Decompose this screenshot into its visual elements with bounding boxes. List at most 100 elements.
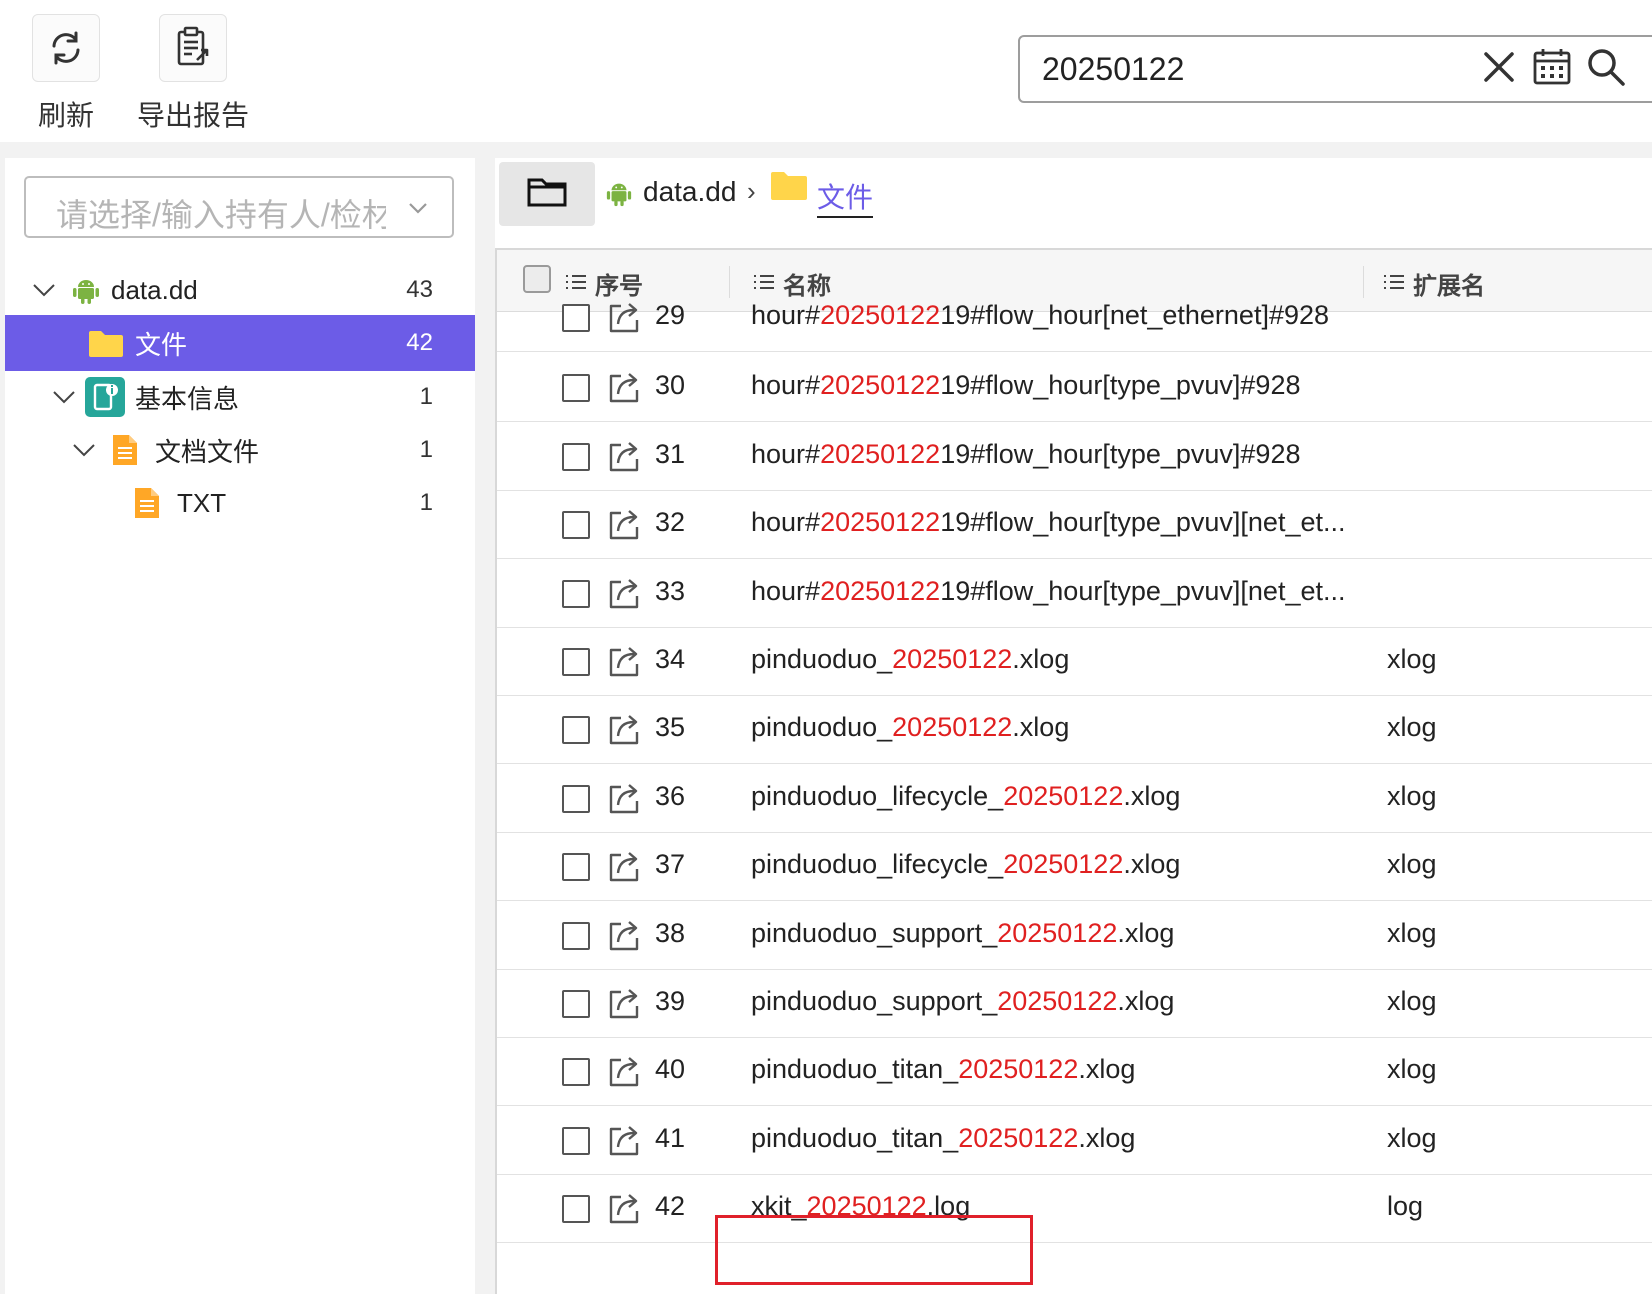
row-checkbox[interactable] — [562, 579, 590, 608]
breadcrumb-current[interactable]: 文件 — [817, 176, 874, 218]
clear-icon[interactable] — [1480, 48, 1518, 86]
row-file-name: pinduoduo_titan_20250122.xlog — [751, 1122, 1136, 1153]
table-row[interactable]: 31 hour#2025012219#flow_hour[type_pvuv]#9… — [497, 423, 1652, 491]
row-extension: xlog — [1387, 849, 1437, 880]
splitter[interactable] — [475, 158, 495, 1294]
search-match-highlight: 20250122 — [1003, 849, 1124, 880]
chevron-down-icon[interactable] — [71, 437, 97, 463]
row-index: 29 — [655, 300, 686, 330]
table-row[interactable]: 33 hour#2025012219#flow_hour[type_pvuv][n… — [497, 560, 1652, 628]
calendar-icon[interactable] — [1532, 47, 1572, 87]
chevron-down-icon[interactable] — [31, 277, 57, 303]
table-row[interactable]: 32 hour#2025012219#flow_hour[type_pvuv][n… — [497, 491, 1652, 560]
tree-item-label: data.dd — [111, 274, 198, 305]
row-file-name: xkit_20250122.log — [751, 1191, 971, 1222]
android-icon — [605, 178, 633, 213]
file-list-panel: data.dd › 文件 序号 名称 扩展名 29hour#202501221 — [495, 158, 1652, 1294]
table-row[interactable]: 39 pinduoduo_support_20250122.xlog xlog — [497, 970, 1652, 1038]
search-input[interactable]: 20250122 — [1042, 51, 1184, 88]
row-checkbox[interactable] — [562, 1058, 590, 1087]
row-extension: xlog — [1387, 712, 1437, 743]
row-extension: xlog — [1387, 644, 1437, 674]
row-checkbox[interactable] — [562, 990, 590, 1018]
search-match-highlight: 20250122 — [1003, 780, 1124, 811]
open-external-icon[interactable] — [607, 1054, 643, 1093]
tree-item-data-dd[interactable]: data.dd 43 — [5, 262, 475, 318]
open-external-icon[interactable] — [607, 576, 643, 615]
open-external-icon[interactable] — [607, 1191, 643, 1230]
table-row[interactable]: 41 pinduoduo_titan_20250122.xlog xlog — [497, 1107, 1652, 1175]
document-icon — [111, 433, 139, 467]
open-external-icon[interactable] — [607, 712, 643, 751]
table-row[interactable]: 35 pinduoduo_20250122.xlog xlog — [497, 696, 1652, 765]
divider — [0, 142, 1652, 158]
row-checkbox[interactable] — [562, 853, 590, 882]
open-external-icon[interactable] — [607, 644, 643, 683]
row-checkbox[interactable] — [562, 442, 590, 471]
row-checkbox[interactable] — [562, 784, 590, 813]
open-external-icon[interactable] — [607, 370, 643, 409]
open-external-icon[interactable] — [607, 986, 643, 1025]
search-match-highlight: 20250122 — [820, 300, 941, 330]
row-checkbox[interactable] — [562, 648, 590, 676]
row-extension: log — [1387, 1191, 1424, 1222]
row-extension: xlog — [1387, 1122, 1437, 1153]
search-icon[interactable] — [1586, 47, 1626, 87]
table-row[interactable]: 40 pinduoduo_titan_20250122.xlog xlog — [497, 1038, 1652, 1107]
chevron-down-icon[interactable] — [51, 384, 77, 410]
row-extension: xlog — [1387, 1054, 1437, 1085]
open-external-icon[interactable] — [607, 300, 643, 339]
open-external-icon[interactable] — [607, 507, 643, 546]
row-checkbox[interactable] — [562, 511, 590, 540]
row-index: 34 — [655, 644, 686, 674]
row-file-name: pinduoduo_20250122.xlog — [751, 644, 1070, 674]
open-external-icon[interactable] — [607, 849, 643, 888]
table-row[interactable]: 29 hour#2025012219#flow_hour[net_ethernet… — [497, 284, 1652, 352]
row-checkbox[interactable] — [562, 716, 590, 745]
export-report-label: 导出报告 — [136, 100, 249, 131]
refresh-button[interactable]: 刷新 — [6, 14, 126, 134]
search-field[interactable]: 20250122 — [1018, 35, 1652, 103]
tree-item-label: 基本信息 — [135, 383, 240, 414]
owner-select-placeholder: 请选择/输入持有人/检材 — [56, 197, 386, 233]
table-row[interactable]: 30 hour#2025012219#flow_hour[type_pvuv]#9… — [497, 354, 1652, 423]
row-index: 32 — [655, 507, 686, 538]
android-icon — [71, 275, 101, 305]
table-row[interactable]: 36 pinduoduo_lifecycle_20250122.xlog xlog — [497, 765, 1652, 833]
tree-item-document-files[interactable]: 文档文件 1 — [5, 422, 475, 478]
breadcrumb-root[interactable]: data.dd — [643, 176, 736, 208]
row-index: 38 — [655, 917, 686, 948]
row-checkbox[interactable] — [562, 921, 590, 950]
row-file-name: pinduoduo_lifecycle_20250122.xlog — [751, 849, 1181, 880]
row-file-name: hour#2025012219#flow_hour[type_pvuv]#928 — [751, 370, 1301, 401]
table-row[interactable]: 38 pinduoduo_support_20250122.xlog xlog — [497, 902, 1652, 970]
row-index: 39 — [655, 986, 686, 1016]
table-row[interactable]: 34 pinduoduo_20250122.xlog xlog — [497, 628, 1652, 696]
row-checkbox[interactable] — [562, 1126, 590, 1155]
row-extension: xlog — [1387, 780, 1437, 811]
open-external-icon[interactable] — [607, 918, 643, 957]
folder-outline-icon — [526, 175, 568, 214]
row-checkbox[interactable] — [562, 374, 590, 403]
row-file-name: hour#2025012219#flow_hour[type_pvuv][net… — [751, 575, 1346, 606]
row-checkbox[interactable] — [562, 304, 590, 332]
tree-item-txt[interactable]: TXT 1 — [5, 475, 475, 531]
search-match-highlight: 20250122 — [820, 507, 941, 538]
search-match-highlight: 20250122 — [892, 644, 1013, 674]
table-row[interactable]: 37 pinduoduo_lifecycle_20250122.xlog xlog — [497, 833, 1652, 902]
browse-folder-button[interactable] — [499, 162, 595, 226]
tree-item-files[interactable]: 文件 42 — [5, 315, 475, 371]
export-report-button[interactable]: 导出报告 — [133, 14, 253, 134]
row-index: 30 — [655, 370, 686, 401]
row-file-name: pinduoduo_20250122.xlog — [751, 712, 1070, 743]
search-match-highlight: 20250122 — [892, 712, 1013, 743]
row-checkbox[interactable] — [562, 1195, 590, 1224]
tree-item-label: TXT — [177, 487, 227, 518]
open-external-icon[interactable] — [607, 439, 643, 478]
search-match-highlight: 20250122 — [820, 370, 941, 401]
table-row[interactable]: 42 xkit_20250122.log log — [497, 1175, 1652, 1244]
open-external-icon[interactable] — [607, 1123, 643, 1162]
tree-item-basic-info[interactable]: 基本信息 1 — [5, 369, 475, 425]
owner-select[interactable]: 请选择/输入持有人/检材 — [24, 176, 454, 238]
open-external-icon[interactable] — [607, 781, 643, 820]
